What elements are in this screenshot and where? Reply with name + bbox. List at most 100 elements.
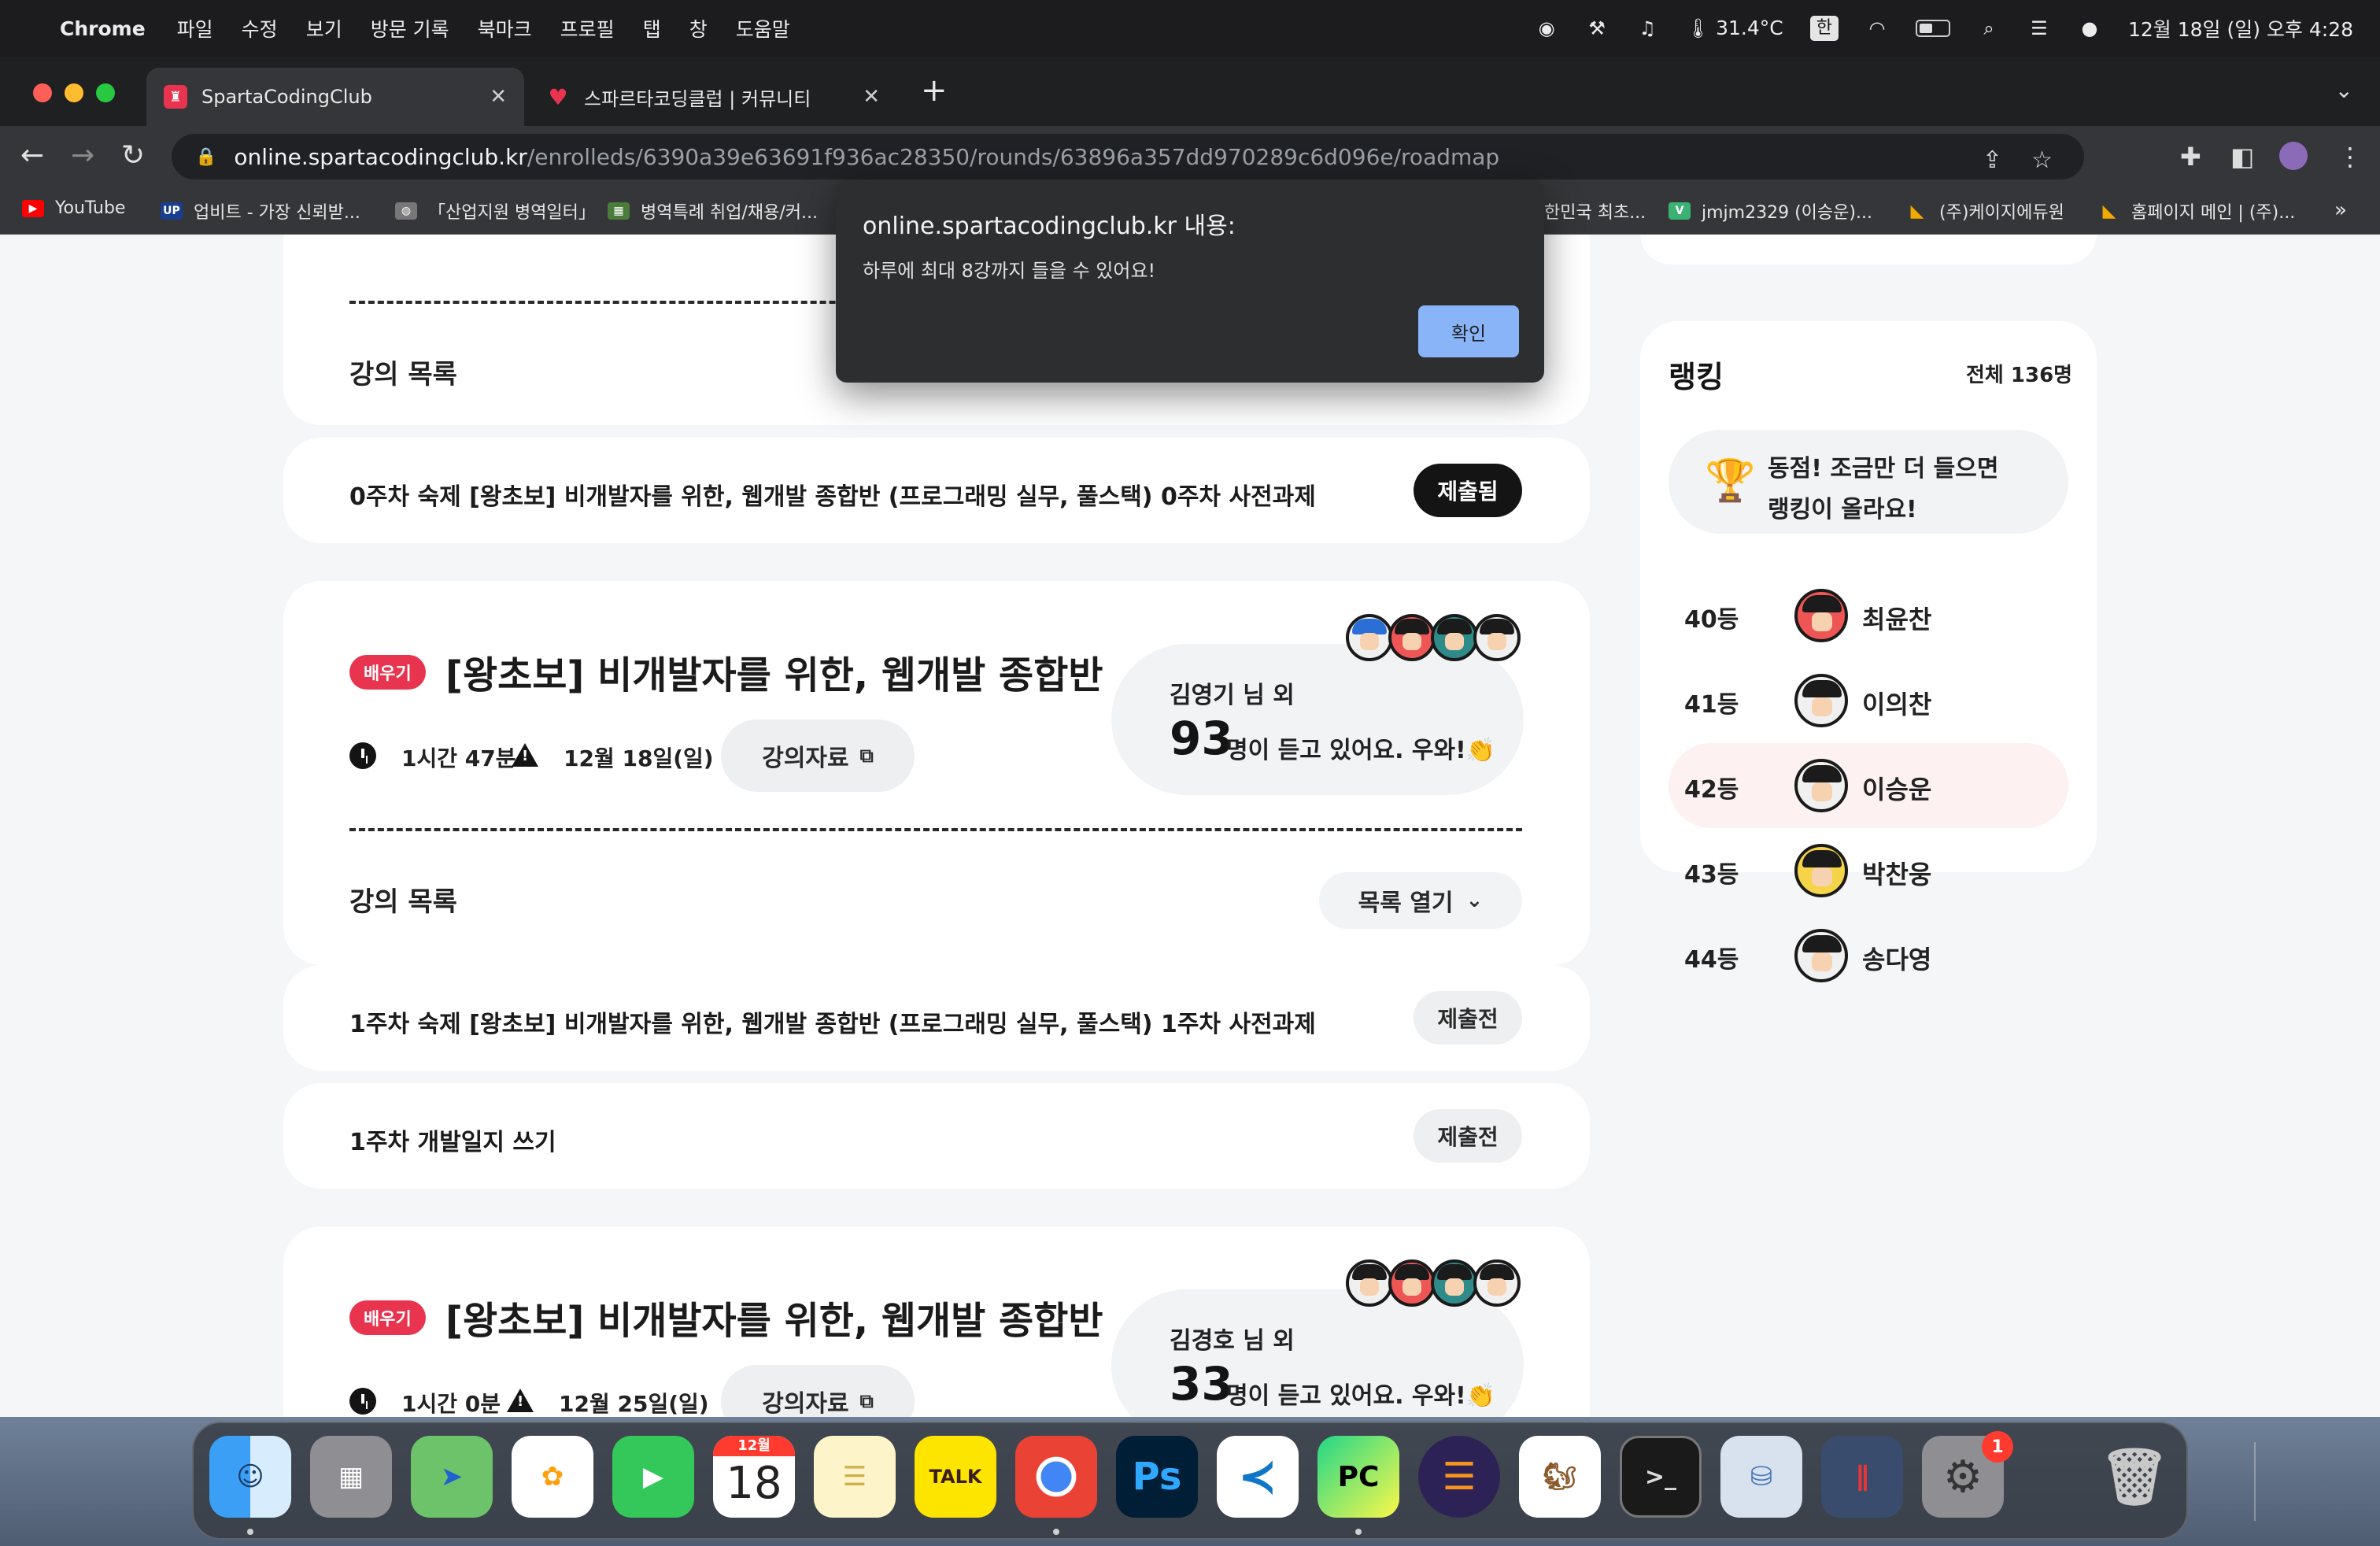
- open-list-button[interactable]: 목록 열기 ⌄: [1319, 872, 1522, 929]
- profile-avatar[interactable]: [2279, 142, 2308, 170]
- not-submitted-button[interactable]: 제출전: [1414, 1109, 1522, 1163]
- back-button[interactable]: ←: [20, 140, 44, 172]
- homework-title[interactable]: 0주차 숙제 [왕초보] 비개발자를 위한, 웹개발 종합반 (프로그래밍 실무…: [349, 477, 1316, 512]
- share-icon[interactable]: ⇪: [1983, 146, 2002, 174]
- photoshop-icon[interactable]: Ps: [1116, 1436, 1198, 1518]
- calendar-month: 12월: [713, 1436, 795, 1456]
- tab-search-chevron-icon[interactable]: ⌄: [2335, 77, 2353, 103]
- lock-icon[interactable]: 🔒: [195, 147, 216, 167]
- rank-position: 42등: [1684, 776, 1739, 804]
- menu-bookmarks[interactable]: 북마크: [478, 14, 532, 43]
- chrome-icon[interactable]: [1015, 1436, 1097, 1518]
- zoom-window-button[interactable]: [96, 83, 115, 102]
- dock-separator: [2254, 1442, 2256, 1521]
- lecture-title[interactable]: [왕초보] 비개발자를 위한, 웹개발 종합반: [445, 644, 1103, 699]
- chrome-menu-icon[interactable]: ⋮: [2338, 142, 2363, 172]
- alert-message: 하루에 최대 8강까지 들을 수 있어요!: [863, 260, 1156, 282]
- dbeaver-icon[interactable]: 🐿: [1519, 1436, 1601, 1518]
- bookmark-youtube[interactable]: ▶ YouTube: [22, 198, 125, 218]
- external-link-icon: ⧉: [859, 1390, 874, 1412]
- screen-record-icon[interactable]: ◉: [1535, 17, 1558, 40]
- tab-community[interactable]: ♥ 스파르타코딩클럽 | 커뮤니티 ✕: [529, 68, 897, 126]
- menu-view[interactable]: 보기: [306, 14, 342, 43]
- listener-avatar: [1388, 614, 1436, 661]
- close-window-button[interactable]: [33, 83, 52, 102]
- bookmarks-overflow-icon[interactable]: »: [2334, 198, 2347, 222]
- ranking-message-line1: 동점! 조금만 더 들으면: [1768, 455, 1999, 483]
- vscode-icon[interactable]: ≺: [1217, 1436, 1299, 1518]
- extensions-puzzle-icon[interactable]: ✚: [2180, 142, 2201, 172]
- submitted-button[interactable]: 제출됨: [1414, 464, 1522, 517]
- photos-icon[interactable]: ✿: [512, 1436, 593, 1518]
- parallels-icon[interactable]: ∥: [1821, 1436, 1903, 1518]
- clock-icon: [349, 1388, 376, 1415]
- notes-icon[interactable]: ☰: [814, 1436, 896, 1518]
- side-panel-icon[interactable]: ◧: [2230, 142, 2254, 172]
- facetime-icon[interactable]: ▶: [612, 1436, 694, 1518]
- user-avatar: [1794, 589, 1848, 642]
- bookmark-kgeduone[interactable]: ◣ (주)케이지에듀원: [1906, 198, 2064, 224]
- airpods-icon[interactable]: ♫: [1635, 17, 1659, 40]
- youtube-icon: ▶: [22, 199, 44, 217]
- finder-icon[interactable]: ☺: [209, 1436, 291, 1518]
- tools-icon[interactable]: ⚒: [1585, 17, 1609, 40]
- alert-title: online.spartacodingclub.kr 내용:: [863, 213, 1236, 240]
- homework-title[interactable]: 1주차 숙제 [왕초보] 비개발자를 위한, 웹개발 종합반 (프로그래밍 실무…: [349, 1004, 1316, 1039]
- velog-icon: V: [1669, 202, 1691, 220]
- battery-icon[interactable]: [1915, 20, 1950, 37]
- lecture-title[interactable]: [왕초보] 비개발자를 위한, 웹개발 종합반: [445, 1289, 1103, 1344]
- lecture-duration: 1시간 0분: [401, 1391, 501, 1417]
- not-submitted-button[interactable]: 제출전: [1414, 991, 1522, 1045]
- kakaotalk-icon[interactable]: TALK: [915, 1436, 996, 1518]
- menu-file[interactable]: 파일: [177, 14, 213, 43]
- pycharm-icon[interactable]: PC: [1318, 1436, 1399, 1518]
- alert-confirm-button[interactable]: 확인: [1418, 305, 1519, 357]
- siri-icon[interactable]: ●: [2078, 17, 2101, 40]
- close-tab-icon[interactable]: ✕: [863, 85, 880, 109]
- eclipse-icon[interactable]: ☰: [1418, 1436, 1500, 1518]
- lecture-materials-button[interactable]: 강의자료 ⧉: [721, 1365, 915, 1417]
- spartacodingclub-favicon-icon: ♜: [164, 85, 187, 109]
- temperature-widget[interactable]: 🌡 31.4°C: [1686, 17, 1783, 40]
- menu-history[interactable]: 방문 기록: [371, 14, 449, 43]
- trash-icon[interactable]: 🗑: [2094, 1436, 2175, 1518]
- new-tab-button[interactable]: +: [921, 72, 948, 109]
- launchpad-icon[interactable]: ▦: [310, 1436, 392, 1518]
- tab-spartacodingclub[interactable]: ♜ SpartaCodingClub ✕: [146, 68, 524, 126]
- reload-button[interactable]: ↻: [121, 140, 145, 172]
- user-avatar: [1794, 759, 1848, 812]
- menu-app-name[interactable]: Chrome: [60, 17, 146, 40]
- database-app-icon[interactable]: ⛁: [1720, 1436, 1802, 1518]
- lecture-materials-button[interactable]: 강의자료 ⧉: [721, 719, 915, 792]
- bookmark-military-service[interactable]: ◍ 「산업지원 병역일터」: [395, 198, 596, 224]
- rank-name: 박찬웅: [1862, 860, 1932, 890]
- spotlight-search-icon[interactable]: ⌕: [1977, 17, 2001, 40]
- rank-position: 43등: [1684, 861, 1739, 889]
- menu-window[interactable]: 창: [689, 14, 708, 43]
- bookmark-star-icon[interactable]: ☆: [2031, 146, 2053, 174]
- input-source-indicator[interactable]: 한: [1809, 16, 1839, 41]
- menu-help[interactable]: 도움말: [736, 14, 790, 43]
- bookmark-velog[interactable]: V jmjm2329 (이승운)...: [1669, 198, 1872, 224]
- bookmark-korea-first[interactable]: 한민국 최초...: [1544, 198, 1646, 224]
- forward-button[interactable]: →: [71, 140, 94, 172]
- bookmark-homepage-main[interactable]: ◣ 홈페이지 메인 | (주)...: [2098, 198, 2296, 224]
- menu-profile[interactable]: 프로필: [560, 14, 615, 43]
- control-center-icon[interactable]: ☰: [2027, 17, 2051, 40]
- minimize-window-button[interactable]: [65, 83, 83, 102]
- bookmark-military-jobs[interactable]: ▦ 병역특례 취업/채용/커...: [608, 198, 818, 224]
- address-bar[interactable]: 🔒 online.spartacodingclub.kr/enrolleds/6…: [172, 134, 2084, 179]
- bookmark-label: 업비트 - 가장 신뢰받...: [194, 203, 360, 223]
- listener-avatar: [1431, 1259, 1478, 1307]
- close-tab-icon[interactable]: ✕: [490, 85, 507, 109]
- wifi-icon[interactable]: ◠: [1865, 17, 1889, 40]
- menu-tab[interactable]: 탭: [643, 14, 661, 43]
- maps-icon[interactable]: ➤: [411, 1436, 493, 1518]
- calendar-icon[interactable]: 12월 18: [713, 1436, 795, 1518]
- terminal-icon[interactable]: >_: [1620, 1436, 1702, 1518]
- menu-clock[interactable]: 12월 18일 (일) 오후 4:28: [2128, 14, 2353, 43]
- bookmark-upbit[interactable]: UP 업비트 - 가장 신뢰받...: [161, 198, 360, 224]
- devlog-title[interactable]: 1주차 개발일지 쓰기: [349, 1123, 556, 1157]
- menu-edit[interactable]: 수정: [242, 14, 278, 43]
- calendar-day: 18: [726, 1458, 782, 1509]
